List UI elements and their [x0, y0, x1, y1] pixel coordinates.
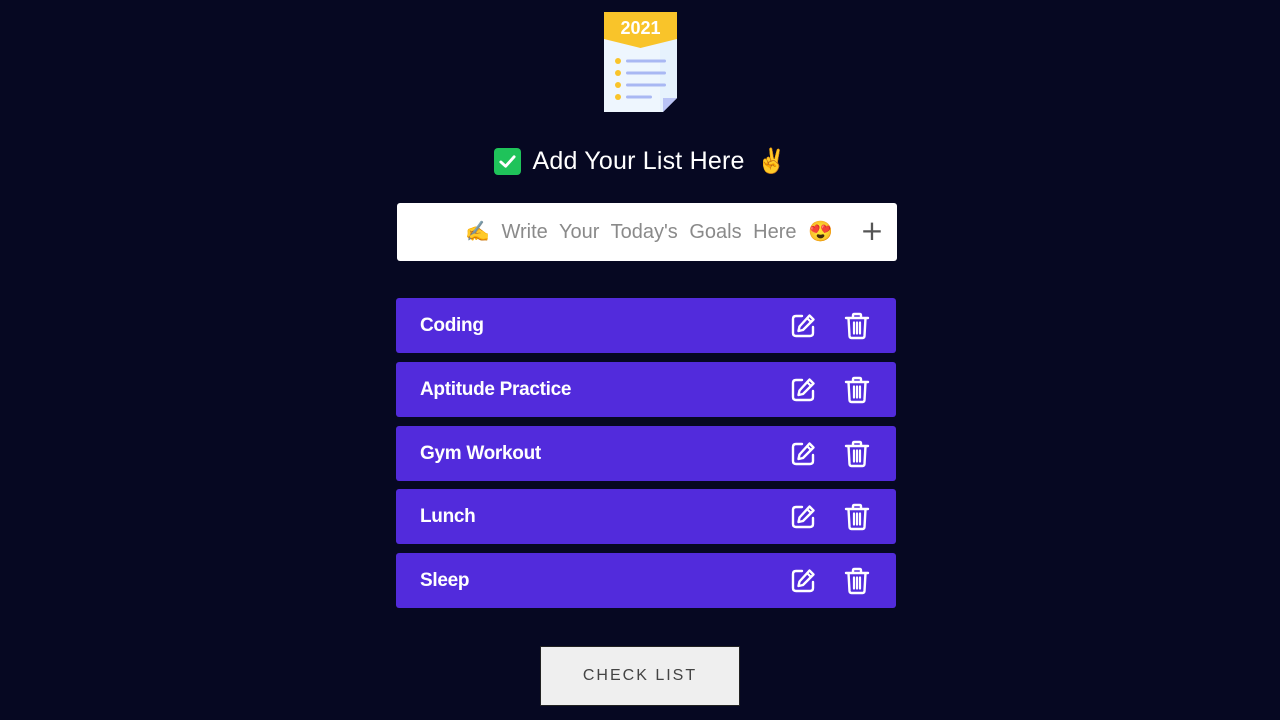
- task-label: Gym Workout: [420, 442, 541, 464]
- task-label: Aptitude Practice: [420, 378, 572, 400]
- task-item: Aptitude Practice: [396, 362, 896, 417]
- victory-hand-icon: ✌️: [756, 147, 787, 175]
- edit-icon[interactable]: [788, 502, 818, 532]
- trash-icon[interactable]: [842, 439, 872, 469]
- check-list-button[interactable]: CHECK LIST: [540, 646, 740, 706]
- task-item: Lunch: [396, 489, 896, 544]
- task-label: Lunch: [420, 505, 476, 527]
- task-list: Coding Aptitude Practice Gym Workout Lunch S…: [396, 298, 896, 617]
- check-mark-button-icon: [493, 147, 521, 175]
- trash-icon[interactable]: [842, 375, 872, 405]
- task-item: Coding: [396, 298, 896, 353]
- add-item-button[interactable]: +: [849, 203, 895, 261]
- goal-input[interactable]: [397, 203, 849, 261]
- task-label: Sleep: [420, 569, 470, 591]
- notepad-logo-icon: 2021: [604, 12, 677, 112]
- page-title-row: Add Your List Here ✌️: [0, 142, 1280, 180]
- edit-icon[interactable]: [788, 311, 818, 341]
- edit-icon[interactable]: [788, 566, 818, 596]
- edit-icon[interactable]: [788, 439, 818, 469]
- trash-icon[interactable]: [842, 311, 872, 341]
- task-item: Gym Workout: [396, 426, 896, 481]
- task-item: Sleep: [396, 553, 896, 608]
- trash-icon[interactable]: [842, 502, 872, 532]
- logo-year: 2021: [620, 18, 660, 38]
- trash-icon[interactable]: [842, 566, 872, 596]
- goal-input-container: +: [397, 203, 897, 261]
- todo-page: 2021 Add Your List Here ✌️ + Coding Aptit…: [0, 0, 1280, 720]
- task-label: Coding: [420, 314, 484, 336]
- page-title: Add Your List Here: [532, 146, 745, 175]
- edit-icon[interactable]: [788, 375, 818, 405]
